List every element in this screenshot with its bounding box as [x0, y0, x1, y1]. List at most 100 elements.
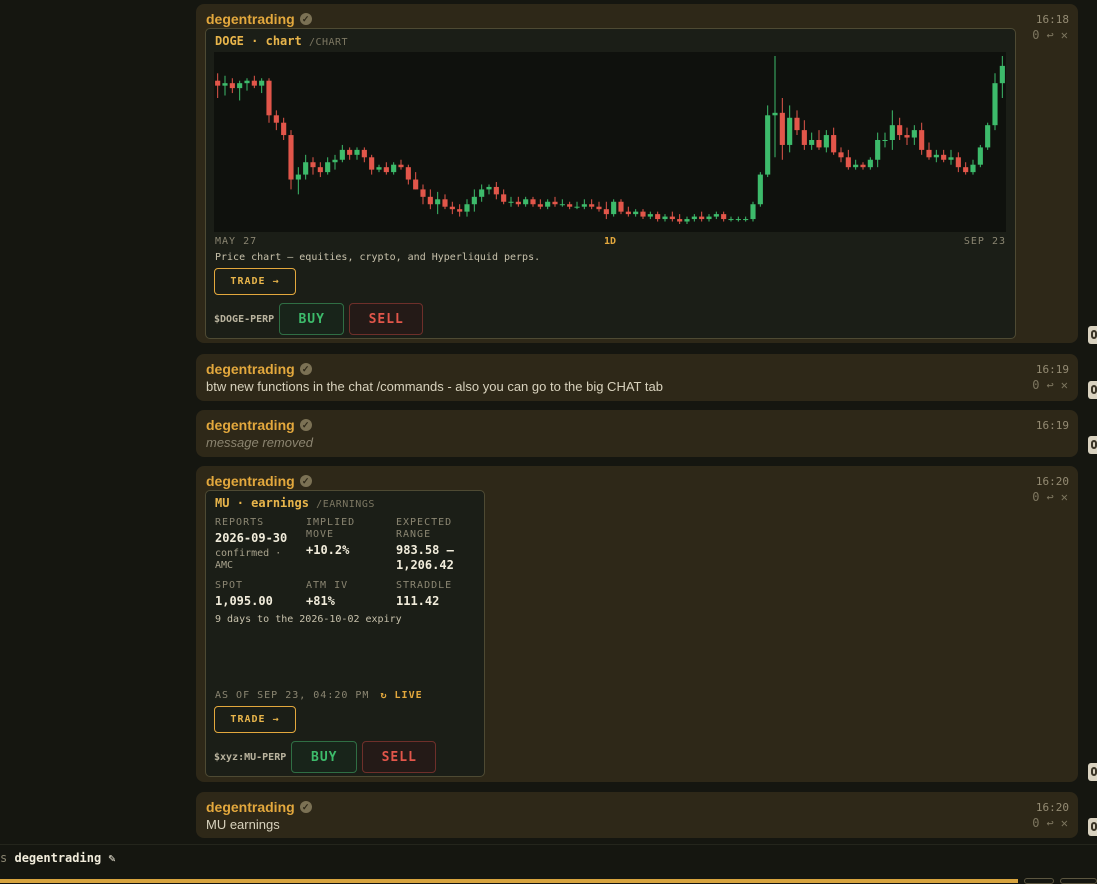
avatar[interactable] — [1088, 818, 1097, 836]
candle-body — [999, 65, 1005, 84]
composer-user[interactable]: s degentrading ✎ — [0, 851, 116, 865]
as-of-row: AS OF SEP 23, 04:20 PM ↻ LIVE — [215, 690, 423, 701]
reply-icon[interactable]: ↩ — [1047, 378, 1054, 392]
candle-body — [464, 204, 470, 212]
candle-body — [325, 162, 331, 173]
send-button[interactable] — [1024, 878, 1054, 884]
buy-button[interactable]: BUY — [291, 741, 358, 773]
close-icon[interactable]: ✕ — [1061, 816, 1068, 830]
candle-body — [926, 149, 932, 158]
candle-body — [699, 216, 705, 220]
reply-icon[interactable]: ↩ — [1047, 816, 1054, 830]
author-name[interactable]: degentrading — [206, 417, 295, 433]
candle-body — [669, 216, 675, 220]
menu-button[interactable] — [1060, 878, 1097, 884]
buy-button[interactable]: BUY — [279, 303, 345, 335]
candle-body — [398, 164, 404, 168]
reply-icon[interactable]: ↩ — [1047, 490, 1054, 504]
candle-body — [559, 204, 565, 206]
spot-block: SPOT 1,095.00 — [215, 580, 301, 609]
composer-username[interactable]: degentrading ✎ — [14, 851, 115, 865]
card-separator: · — [251, 34, 266, 48]
sell-button[interactable]: SELL — [362, 741, 437, 773]
candle-body — [347, 149, 353, 155]
candle-body — [574, 206, 580, 208]
author-name[interactable]: degentrading — [206, 799, 295, 815]
reply-icon[interactable]: ↩ — [1047, 28, 1054, 42]
perp-symbol[interactable]: $xyz:MU-PERP — [214, 752, 286, 763]
candle-body — [838, 152, 844, 158]
message-time: 16:19 — [1035, 363, 1069, 376]
candle-body — [625, 211, 631, 215]
input-progress-bar[interactable] — [0, 879, 1018, 883]
composer: s degentrading ✎ — [0, 844, 1097, 884]
message-text: btw new functions in the chat /commands … — [206, 379, 663, 394]
sell-button[interactable]: SELL — [349, 303, 424, 335]
candle-body — [728, 219, 734, 221]
avatar[interactable] — [1088, 326, 1097, 344]
close-icon[interactable]: ✕ — [1061, 28, 1068, 42]
message-author[interactable]: degentrading ✓ — [206, 473, 312, 489]
implied-value: +10.2% — [306, 543, 350, 557]
message-author[interactable]: degentrading ✓ — [206, 417, 312, 433]
chart-card: DOGE · chart /CHART MAY 27 1D SEP 23 Pri… — [205, 28, 1016, 339]
card-command: /CHART — [308, 37, 349, 48]
candle-body — [897, 125, 903, 136]
avatar[interactable] — [1088, 763, 1097, 781]
candle-body — [376, 167, 382, 170]
candle-body — [259, 80, 265, 86]
reaction-count[interactable]: 0 — [1032, 378, 1039, 392]
trade-button[interactable]: TRADE → — [214, 268, 296, 295]
candle-body — [633, 211, 639, 215]
implied-block: IMPLIED MOVE +10.2% — [306, 517, 386, 558]
avatar[interactable] — [1088, 436, 1097, 454]
candle-body — [875, 140, 881, 160]
message-time: 16:19 — [1035, 419, 1069, 432]
reaction-count[interactable]: 0 — [1032, 816, 1039, 830]
candle-body — [963, 167, 969, 173]
straddle-block: STRADDLE 111.42 — [396, 580, 480, 609]
author-name[interactable]: degentrading — [206, 361, 295, 377]
candle-body — [977, 147, 983, 165]
price-chart[interactable] — [214, 52, 1006, 232]
close-icon[interactable]: ✕ — [1061, 378, 1068, 392]
candle-body — [713, 214, 719, 217]
candle-body — [288, 135, 294, 180]
candle-body — [339, 149, 345, 160]
message: degentrading ✓ 16:20 0 ↩ ✕ MU · earnings… — [196, 466, 1078, 782]
candle-body — [303, 162, 309, 175]
candle-body — [229, 83, 235, 89]
candle-body — [493, 186, 499, 195]
candle-body — [853, 164, 859, 168]
close-icon[interactable]: ✕ — [1061, 490, 1068, 504]
author-name[interactable]: degentrading — [206, 473, 295, 489]
avatar[interactable] — [1088, 381, 1097, 399]
iv-value: +81% — [306, 594, 335, 608]
candle-body — [911, 130, 917, 138]
reaction-count[interactable]: 0 — [1032, 490, 1039, 504]
message-author[interactable]: degentrading ✓ — [206, 11, 312, 27]
interval-label[interactable]: 1D — [604, 236, 616, 247]
candle-body — [435, 199, 441, 205]
message-author[interactable]: degentrading ✓ — [206, 361, 312, 377]
trade-button[interactable]: TRADE → — [214, 706, 296, 733]
candle-body — [735, 219, 741, 221]
candle-body — [427, 196, 433, 205]
card-kind: earnings — [251, 496, 309, 510]
candle-body — [508, 201, 514, 203]
candle-body — [552, 201, 558, 205]
reaction-count[interactable]: 0 — [1032, 28, 1039, 42]
message-author[interactable]: degentrading ✓ — [206, 799, 312, 815]
live-indicator[interactable]: ↻ LIVE — [380, 690, 422, 701]
perp-symbol[interactable]: $DOGE-PERP — [214, 314, 274, 325]
author-name[interactable]: degentrading — [206, 11, 295, 27]
perp-row: $xyz:MU-PERP BUY SELL — [214, 741, 437, 773]
candle-body — [281, 122, 287, 136]
candle-body — [677, 219, 683, 222]
card-separator: · — [236, 496, 252, 510]
candle-body — [486, 186, 492, 190]
candle-body — [332, 159, 338, 163]
candle-body — [794, 117, 800, 131]
x-axis-start: MAY 27 — [215, 236, 258, 247]
candle-body — [237, 83, 243, 89]
